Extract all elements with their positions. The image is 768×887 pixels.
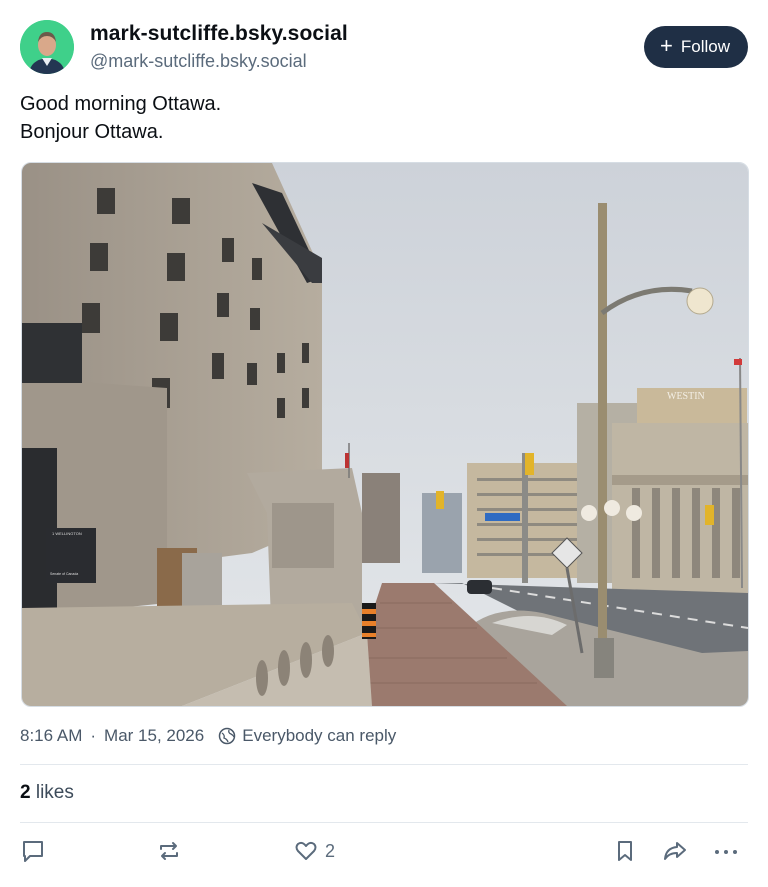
post-time[interactable]: 8:16 AM <box>20 726 82 746</box>
post-text: Good morning Ottawa. Bonjour Ottawa. <box>20 90 221 146</box>
avatar[interactable] <box>20 20 74 74</box>
post-header: mark-sutcliffe.bsky.social @mark-sutclif… <box>20 18 748 78</box>
likes-label: likes <box>35 782 74 803</box>
follow-label: Follow <box>680 37 730 56</box>
follow-button[interactable]: + Follow <box>644 26 748 68</box>
plus-icon: + <box>660 33 673 58</box>
plaque-text: 1 WELLINGTON <box>52 531 82 536</box>
westin-sign: WESTIN <box>667 391 705 402</box>
share-icon <box>664 842 686 860</box>
post-image[interactable]: WESTIN 1 WELLINGTON Senate of Canada <box>21 162 749 707</box>
more-button[interactable] <box>712 838 740 864</box>
meta-separator: · <box>90 726 97 745</box>
likes-summary[interactable]: 2 likes <box>20 782 74 804</box>
comment-icon <box>23 841 43 862</box>
repost-button[interactable] <box>156 838 182 864</box>
reply-button[interactable] <box>20 838 46 864</box>
likes-count: 2 <box>20 782 31 803</box>
like-count: 2 <box>325 840 336 861</box>
divider <box>20 764 748 765</box>
share-button[interactable] <box>660 838 690 864</box>
bookmark-icon <box>618 841 632 861</box>
repost-icon <box>160 842 178 860</box>
divider <box>20 822 748 823</box>
post-text-line: Good morning Ottawa. <box>20 93 222 115</box>
more-icon <box>715 850 737 854</box>
post-text-line: Bonjour Ottawa. <box>20 121 164 143</box>
heart-icon <box>295 841 317 860</box>
reply-setting: Everybody can reply <box>242 726 397 745</box>
author-names: mark-sutcliffe.bsky.social @mark-sutclif… <box>90 20 348 73</box>
action-bar: 2 <box>20 838 748 870</box>
display-name[interactable]: mark-sutcliffe.bsky.social <box>90 20 348 48</box>
handle[interactable]: @mark-sutcliffe.bsky.social <box>90 49 348 73</box>
post-date[interactable]: Mar 15, 2026 <box>104 726 204 746</box>
like-button[interactable]: 2 <box>293 838 335 864</box>
globe-icon <box>218 727 236 745</box>
post-meta: 8:16 AM · Mar 15, 2026 Everybody can rep… <box>20 726 396 746</box>
plaque-subtext: Senate of Canada <box>50 572 78 576</box>
bookmark-button[interactable] <box>612 838 638 864</box>
